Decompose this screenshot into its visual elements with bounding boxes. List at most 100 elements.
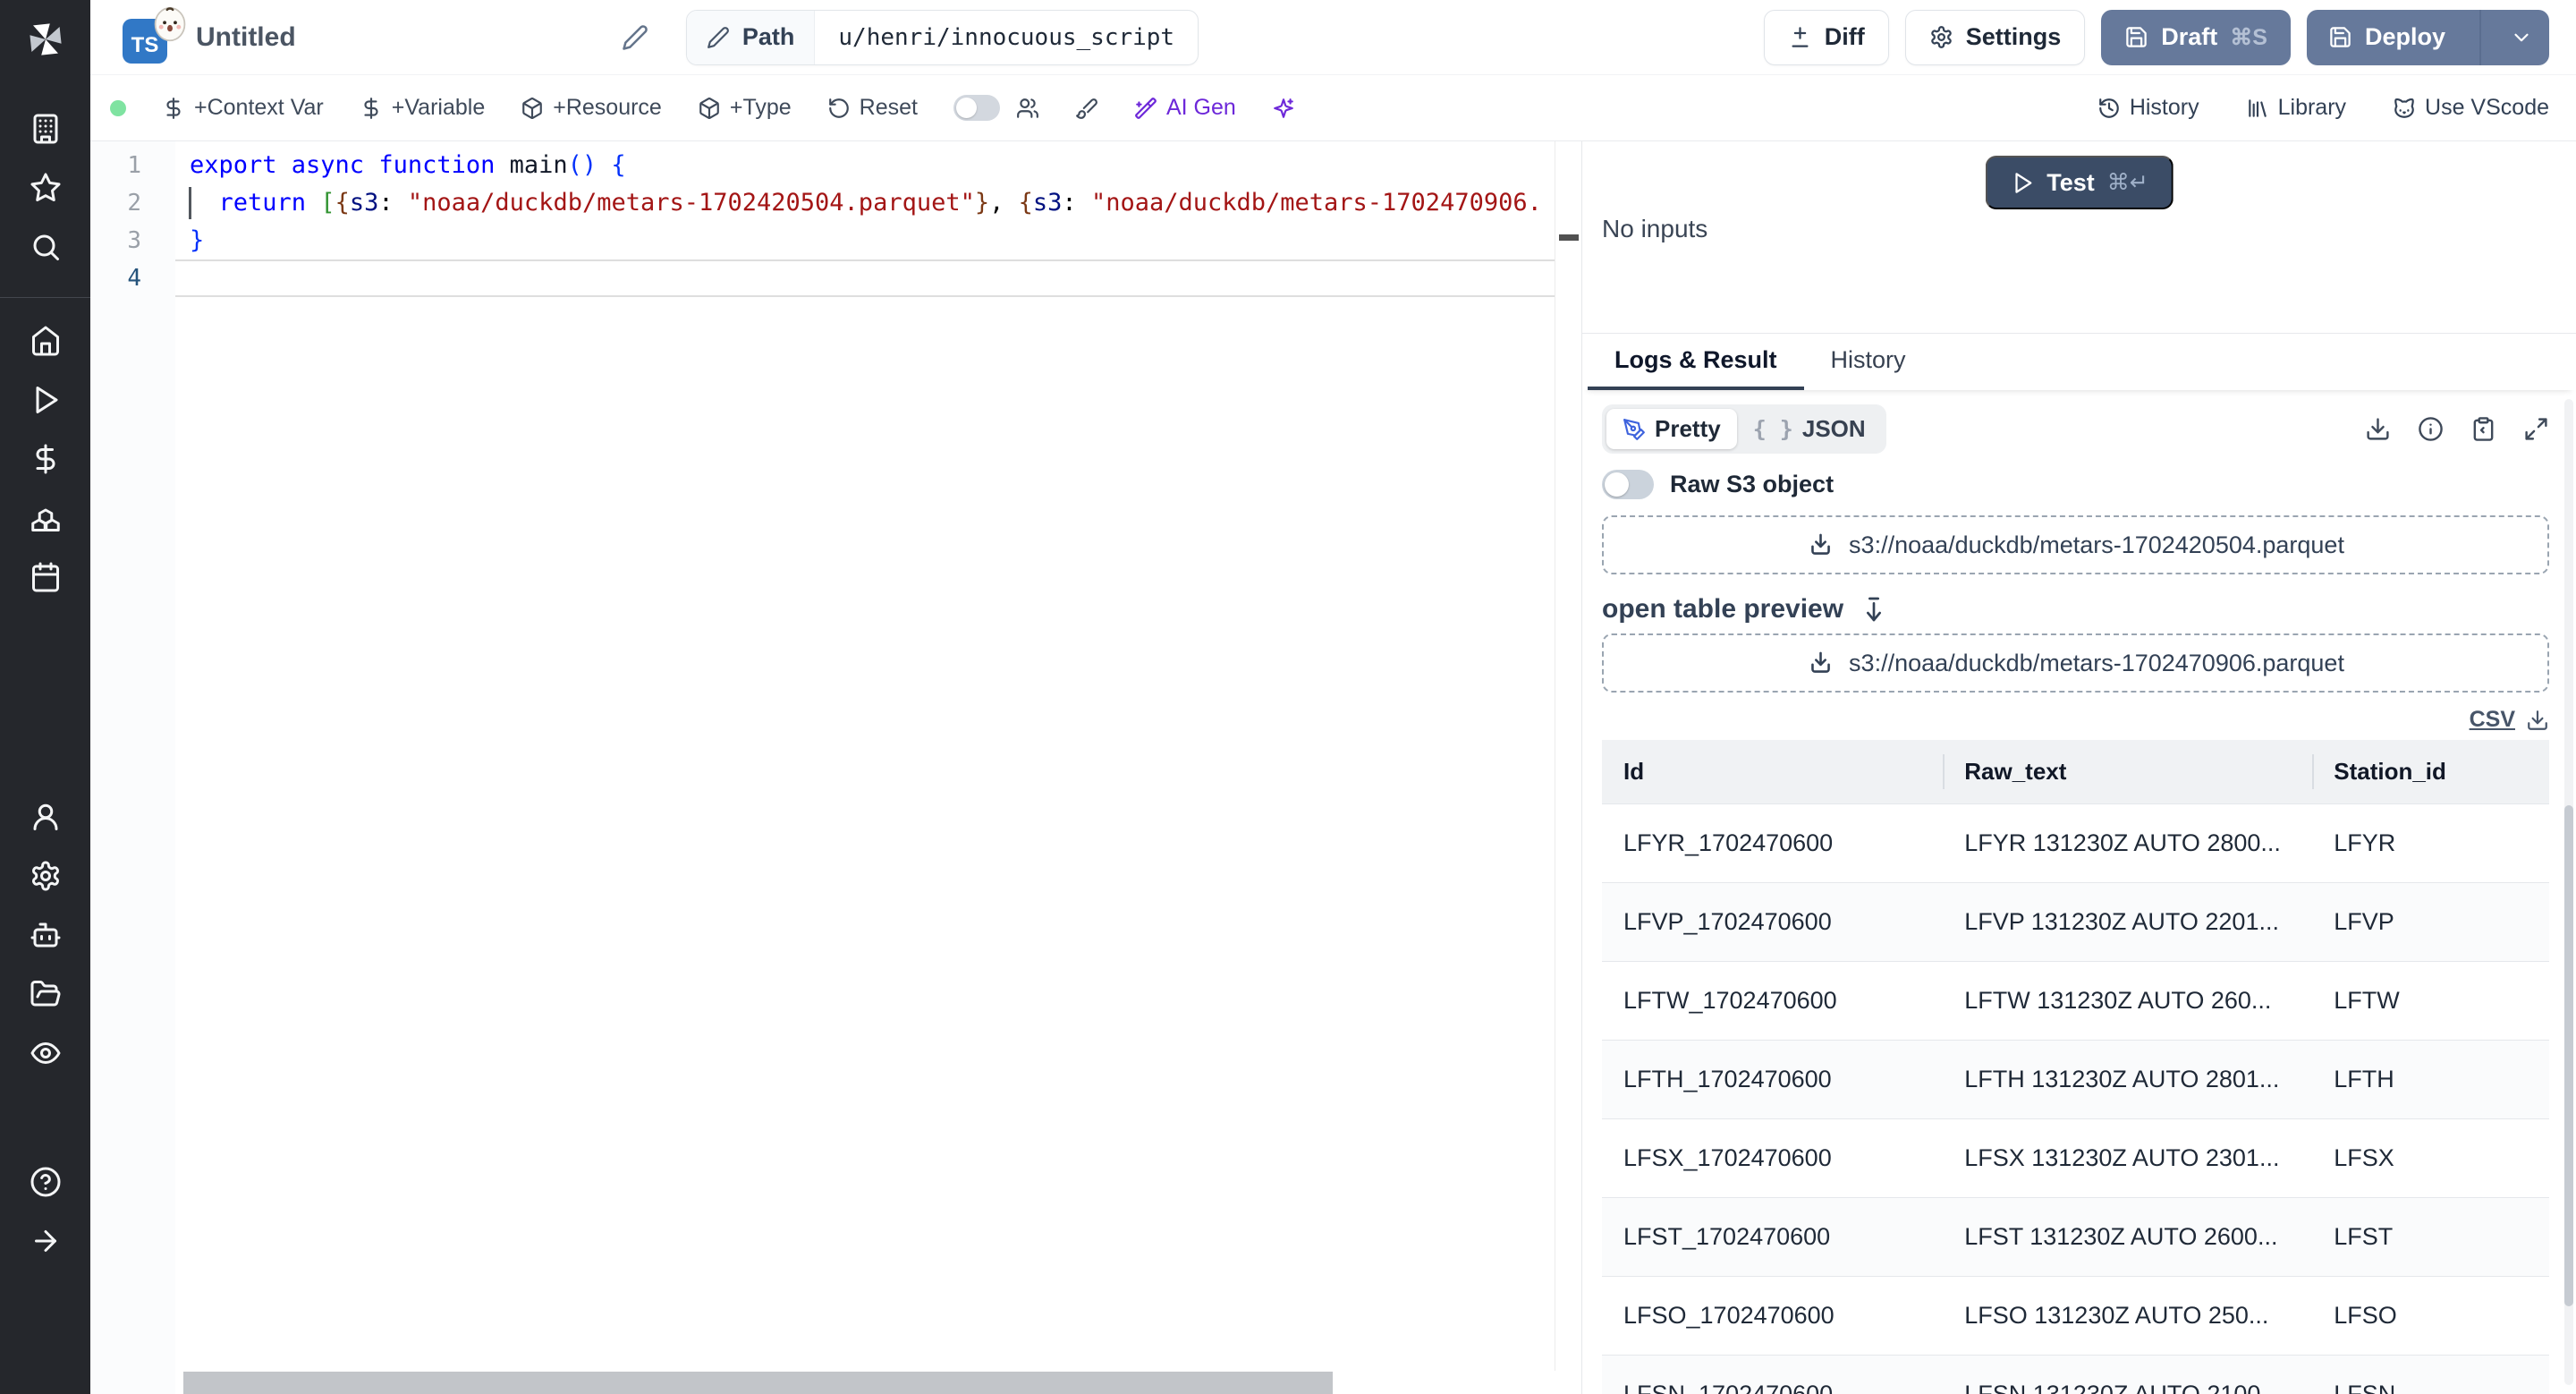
expand-icon[interactable] [2523,416,2549,442]
add-variable-button[interactable]: +Variable [360,95,485,121]
code-editor[interactable]: 1 2 3 4 export async function main() { r… [90,141,1581,1394]
no-inputs-text: No inputs [1602,215,1708,242]
result-content: Pretty { } JSON Raw S3 object s3://noaa/… [1582,390,2576,1394]
save-icon [2126,27,2148,47]
table-header-row: Id Raw_text Station_id [1602,740,2549,804]
download-icon [1811,651,1830,673]
favorites-star-icon[interactable] [30,172,62,204]
raw-s3-toggle[interactable] [1602,470,1654,499]
workspace-building-icon[interactable] [30,113,62,145]
code-text-area[interactable]: export async function main() { return [{… [175,141,1555,1371]
settings-gear-icon[interactable] [30,860,62,892]
settings-label: Settings [1965,23,2062,50]
pen-icon [1623,418,1645,440]
text-cursor [189,187,191,219]
editor-toolbar: +Context Var +Variable +Resource +Type R… [90,75,2576,141]
schedules-calendar-icon[interactable] [30,561,62,593]
path-field: Path u/henri/innocuous_script [685,9,1199,65]
collab-toggle[interactable] [953,95,1000,121]
left-sidebar [0,0,90,1394]
windmill-app: TS Untitled Path u/henri/innocuous_scrip… [0,0,2576,1394]
edit-summary-pencil-icon[interactable] [622,24,648,51]
users-icon [1017,98,1038,118]
folders-icon[interactable] [30,978,62,1010]
draft-shortcut: ⌘S [2230,24,2267,50]
brush-icon [1076,98,1097,119]
result-view-switch: Pretty { } JSON [1602,404,1886,454]
add-context-var-button[interactable]: +Context Var [162,95,324,121]
edit-path-pencil-icon [707,26,729,48]
help-icon[interactable] [30,1166,62,1198]
search-icon[interactable] [30,231,62,263]
gear-icon [1931,26,1952,48]
json-view-button[interactable]: { } JSON [1737,409,1882,449]
table-row: LFSN_1702470600 LFSN 131230Z AUTO 2100...… [1602,1355,2549,1394]
table-row: LFSO_1702470600 LFSO 131230Z AUTO 250... L… [1602,1276,2549,1356]
workers-robot-icon[interactable] [30,919,62,951]
path-input[interactable]: u/henri/innocuous_script [815,11,1198,64]
home-icon[interactable] [30,325,62,357]
users-person-icon[interactable] [30,801,62,833]
line-number-active: 4 [127,265,141,292]
history-button[interactable]: History [2097,95,2199,121]
ai-gen-button[interactable]: AI Gen [1134,95,1236,121]
diff-icon [1792,27,1809,47]
collab-toggle-group [953,95,1039,121]
draft-button[interactable]: Draft ⌘S [2101,9,2291,65]
result-actions [2365,416,2549,442]
deploy-divider [2479,9,2481,65]
windmill-logo-icon[interactable] [24,18,67,61]
sparkles-button[interactable] [1272,97,1295,120]
audit-eye-icon[interactable] [30,1037,62,1069]
reset-button[interactable]: Reset [827,95,918,121]
tab-history[interactable]: History [1804,334,1933,390]
dollar-icon [166,97,181,119]
format-brush-button[interactable] [1075,97,1098,120]
table-row: LFTH_1702470600 LFTH 131230Z AUTO 2801...… [1602,1040,2549,1119]
settings-button[interactable]: Settings [1904,9,2086,65]
library-button[interactable]: Library [2246,95,2346,121]
csv-download-icon[interactable] [2526,709,2549,732]
use-vscode-button[interactable]: Use VScode [2393,95,2549,121]
expand-sidebar-arrow-icon[interactable] [30,1225,62,1257]
raw-s3-label: Raw S3 object [1670,471,1835,497]
line-number: 3 [127,227,141,254]
library-icon [2248,98,2267,117]
table-row: LFVP_1702470600 LFVP 131230Z AUTO 2201...… [1602,882,2549,962]
top-bar: TS Untitled Path u/henri/innocuous_scrip… [90,0,2576,75]
run-section: Test ⌘↵ No inputs [1582,141,2576,333]
result-tabbar: Logs & Result History [1582,333,2576,390]
package-icon [699,97,719,119]
tab-logs-result[interactable]: Logs & Result [1588,334,1804,390]
deploy-dropdown[interactable] [2494,10,2549,65]
variables-dollar-icon[interactable] [30,443,62,475]
clipboard-copy-icon[interactable] [2470,416,2496,442]
arrow-down-from-line-icon[interactable] [1860,595,1888,624]
runs-play-icon[interactable] [30,384,62,416]
add-resource-button[interactable]: +Resource [521,95,662,121]
rotate-ccw-icon [828,98,849,118]
table-row: LFST_1702470600 LFST 131230Z AUTO 2600...… [1602,1197,2549,1277]
info-icon[interactable] [2418,416,2444,442]
csv-export-row: CSV [1602,707,2549,733]
s3-file-download-button-2[interactable]: s3://noaa/duckdb/metars-1702470906.parqu… [1602,633,2549,693]
pretty-view-button[interactable]: Pretty [1606,409,1737,449]
path-label-section[interactable]: Path [686,10,816,64]
deploy-button[interactable]: Deploy [2306,9,2549,65]
download-result-icon[interactable] [2365,416,2391,442]
editor-vertical-scrollbar[interactable] [1555,141,1581,1371]
result-table: Id Raw_text Station_id LFYR_1702470600 LF… [1602,740,2549,1394]
add-type-button[interactable]: +Type [698,95,792,121]
test-button[interactable]: Test ⌘↵ [1985,156,2174,209]
diff-button[interactable]: Diff [1763,9,1889,65]
overview-ruler-marker [1559,234,1579,241]
package-icon [522,97,543,119]
panel-scrollbar-thumb[interactable] [2564,805,2573,1306]
s3-file-download-button-1[interactable]: s3://noaa/duckdb/metars-1702420504.parqu… [1602,515,2549,574]
open-table-preview-row: open table preview [1602,594,2549,625]
resources-boxes-icon[interactable] [30,502,62,534]
editor-horizontal-scrollbar[interactable] [183,1372,1333,1394]
csv-link[interactable]: CSV [2470,707,2515,733]
status-dot [110,99,126,116]
wand-icon [1135,97,1157,119]
